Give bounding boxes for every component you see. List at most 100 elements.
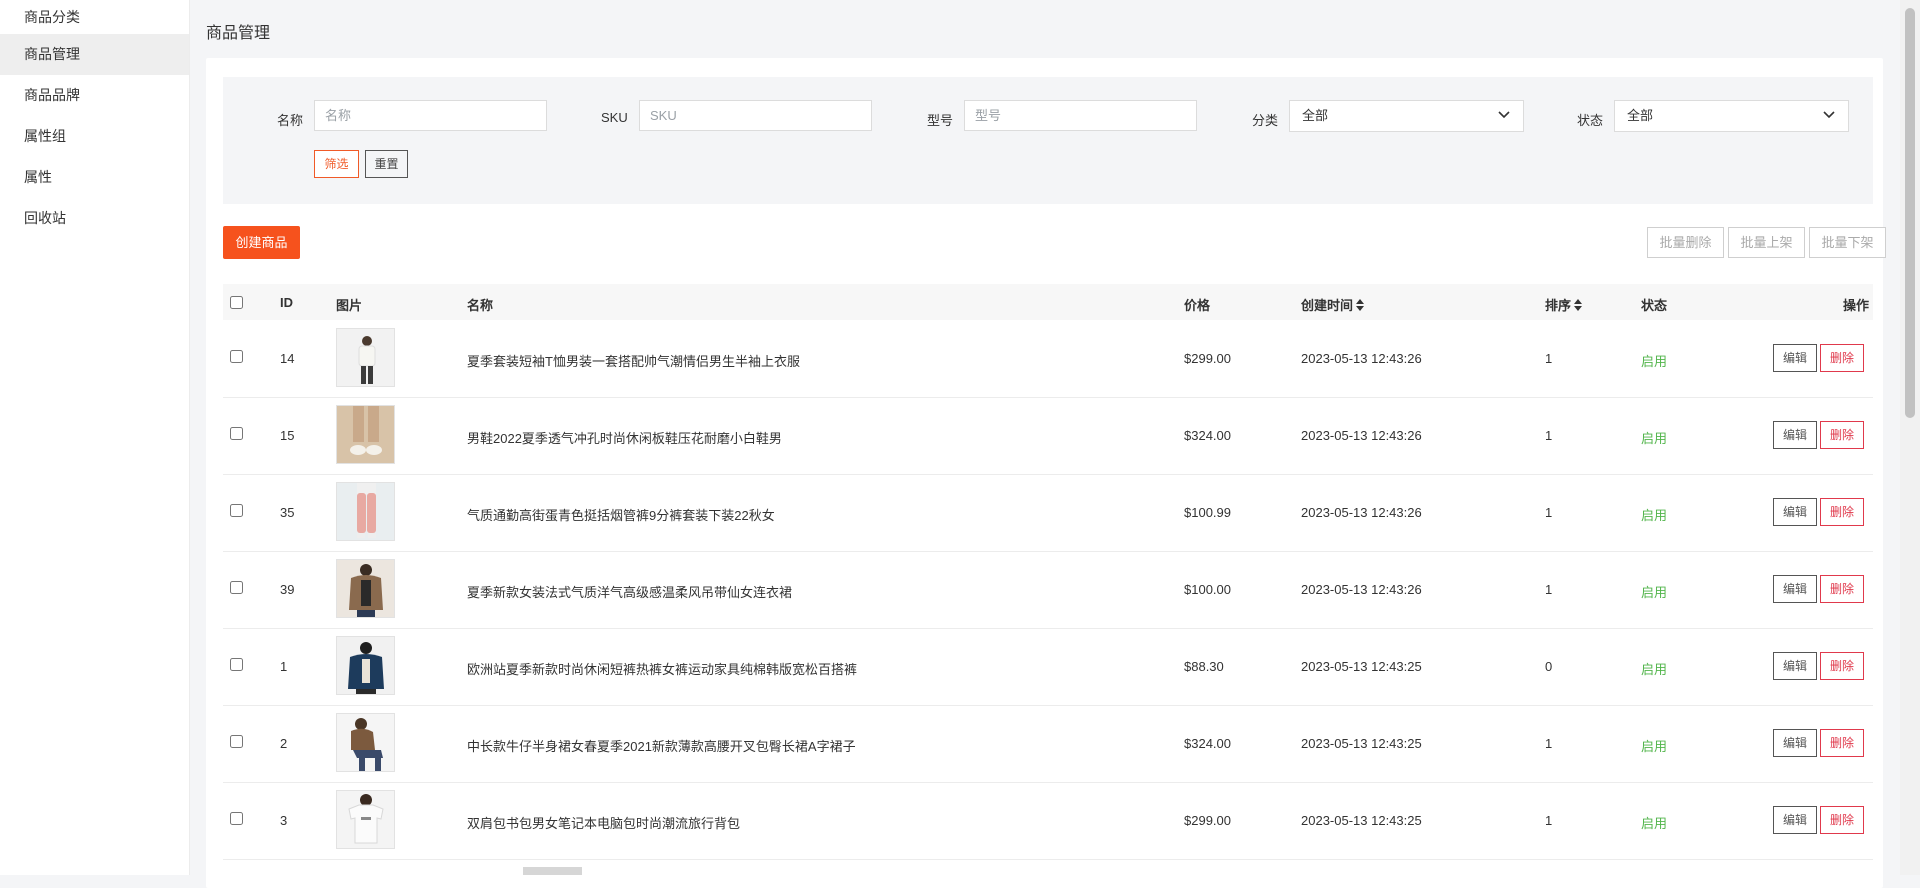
partial-thumbnail bbox=[523, 867, 582, 875]
edit-button[interactable]: 编辑 bbox=[1773, 575, 1817, 603]
row-id: 39 bbox=[280, 582, 295, 597]
sidebar-item-attributes[interactable]: 属性 bbox=[0, 157, 189, 198]
status-badge: 启用 bbox=[1641, 431, 1668, 446]
column-header-created[interactable]: 创建时间 bbox=[1301, 295, 1365, 314]
vertical-scrollbar[interactable] bbox=[1900, 0, 1920, 875]
select-all-checkbox[interactable] bbox=[230, 296, 243, 309]
main-content: 商品管理 名称 SKU 型号 分类 全部 状态 全部 筛选 重置 创建商品 bbox=[190, 0, 1899, 888]
row-id: 14 bbox=[280, 351, 295, 366]
sku-filter-input[interactable] bbox=[639, 100, 872, 131]
filter-panel: 名称 SKU 型号 分类 全部 状态 全部 筛选 重置 bbox=[223, 77, 1873, 204]
sidebar: 商品分类 商品管理 商品品牌 属性组 属性 回收站 bbox=[0, 0, 190, 875]
product-thumbnail[interactable] bbox=[336, 405, 395, 464]
delete-button[interactable]: 删除 bbox=[1820, 344, 1864, 372]
product-name: 男鞋2022夏季透气冲孔时尚休闲板鞋压花耐磨小白鞋男 bbox=[467, 431, 782, 446]
product-thumbnail[interactable] bbox=[336, 713, 395, 772]
row-id: 2 bbox=[280, 736, 288, 751]
product-created-time: 2023-05-13 12:43:25 bbox=[1301, 736, 1422, 751]
category-filter-select[interactable]: 全部 bbox=[1289, 100, 1524, 132]
product-sort: 0 bbox=[1545, 659, 1553, 674]
row-id: 35 bbox=[280, 505, 295, 520]
category-selected-value: 全部 bbox=[1302, 108, 1329, 123]
table-row: 2 中长款牛仔半身裙女春夏季2021新款薄款高腰开叉包臀长裙A字裙子 $324.… bbox=[223, 705, 1873, 783]
delete-button[interactable]: 删除 bbox=[1820, 498, 1864, 526]
product-sort: 1 bbox=[1545, 351, 1553, 366]
chevron-down-icon bbox=[1498, 111, 1510, 119]
delete-button[interactable]: 删除 bbox=[1820, 421, 1864, 449]
table-header: ID 图片 名称 价格 创建时间 排序 状态 操作 bbox=[223, 284, 1873, 320]
sort-icon bbox=[1356, 299, 1365, 311]
row-checkbox[interactable] bbox=[230, 812, 243, 825]
batch-publish-button[interactable]: 批量上架 bbox=[1728, 227, 1805, 258]
product-sort: 1 bbox=[1545, 813, 1553, 828]
reset-button[interactable]: 重置 bbox=[365, 150, 408, 178]
delete-button[interactable]: 删除 bbox=[1820, 575, 1864, 603]
delete-button[interactable]: 删除 bbox=[1820, 729, 1864, 757]
product-sort: 1 bbox=[1545, 736, 1553, 751]
delete-button[interactable]: 删除 bbox=[1820, 806, 1864, 834]
product-sort: 1 bbox=[1545, 505, 1553, 520]
product-name: 夏季套装短袖T恤男装一套搭配帅气潮情侣男生半袖上衣服 bbox=[467, 354, 800, 369]
sidebar-item-recycle-bin[interactable]: 回收站 bbox=[0, 198, 189, 239]
sidebar-item-brands[interactable]: 商品品牌 bbox=[0, 75, 189, 116]
status-badge: 启用 bbox=[1641, 662, 1668, 677]
product-thumbnail[interactable] bbox=[336, 482, 395, 541]
sidebar-item-attribute-groups[interactable]: 属性组 bbox=[0, 116, 189, 157]
row-checkbox[interactable] bbox=[230, 658, 243, 671]
row-checkbox[interactable] bbox=[230, 504, 243, 517]
column-header-actions: 操作 bbox=[1843, 298, 1870, 313]
edit-button[interactable]: 编辑 bbox=[1773, 421, 1817, 449]
product-thumbnail[interactable] bbox=[336, 636, 395, 695]
column-header-sort[interactable]: 排序 bbox=[1545, 295, 1583, 314]
sort-header-label: 排序 bbox=[1545, 298, 1572, 313]
row-checkbox[interactable] bbox=[230, 735, 243, 748]
product-thumbnail[interactable] bbox=[336, 559, 395, 618]
product-price: $324.00 bbox=[1184, 736, 1231, 751]
row-checkbox[interactable] bbox=[230, 350, 243, 363]
model-filter-input[interactable] bbox=[964, 100, 1197, 131]
status-badge: 启用 bbox=[1641, 508, 1668, 523]
category-filter-label: 分类 bbox=[1252, 113, 1279, 128]
product-name: 中长款牛仔半身裙女春夏季2021新款薄款高腰开叉包臀长裙A字裙子 bbox=[467, 739, 856, 754]
product-name: 欧洲站夏季新款时尚休闲短裤热裤女裤运动家具纯棉韩版宽松百搭裤 bbox=[467, 662, 858, 677]
edit-button[interactable]: 编辑 bbox=[1773, 729, 1817, 757]
status-badge: 启用 bbox=[1641, 739, 1668, 754]
column-header-price: 价格 bbox=[1184, 298, 1211, 313]
batch-unpublish-button[interactable]: 批量下架 bbox=[1809, 227, 1886, 258]
sidebar-item-products[interactable]: 商品管理 bbox=[0, 34, 189, 75]
name-filter-input[interactable] bbox=[314, 100, 547, 131]
model-filter-label: 型号 bbox=[927, 113, 954, 128]
product-created-time: 2023-05-13 12:43:25 bbox=[1301, 813, 1422, 828]
content-card: 名称 SKU 型号 分类 全部 状态 全部 筛选 重置 创建商品 批量删除 批量… bbox=[206, 58, 1886, 888]
status-filter-label: 状态 bbox=[1577, 113, 1604, 128]
edit-button[interactable]: 编辑 bbox=[1773, 806, 1817, 834]
table-row: 14 夏季套装短袖T恤男装一套搭配帅气潮情侣男生半袖上衣服 $299.00 20… bbox=[223, 320, 1873, 398]
product-thumbnail[interactable] bbox=[336, 328, 395, 387]
filter-button[interactable]: 筛选 bbox=[314, 150, 359, 178]
delete-button[interactable]: 删除 bbox=[1820, 652, 1864, 680]
row-checkbox[interactable] bbox=[230, 581, 243, 594]
scrollbar-thumb[interactable] bbox=[1905, 8, 1915, 418]
product-price: $299.00 bbox=[1184, 351, 1231, 366]
table-row: 15 男鞋2022夏季透气冲孔时尚休闲板鞋压花耐磨小白鞋男 $324.00 20… bbox=[223, 397, 1873, 475]
sidebar-item-category[interactable]: 商品分类 bbox=[0, 0, 189, 34]
product-name: 气质通勤高街蛋青色挺括烟管裤9分裤套装下装22秋女 bbox=[467, 508, 775, 523]
chevron-down-icon bbox=[1823, 111, 1835, 119]
product-thumbnail[interactable] bbox=[336, 790, 395, 849]
create-product-button[interactable]: 创建商品 bbox=[223, 226, 300, 259]
product-created-time: 2023-05-13 12:43:26 bbox=[1301, 428, 1422, 443]
edit-button[interactable]: 编辑 bbox=[1773, 498, 1817, 526]
row-checkbox[interactable] bbox=[230, 427, 243, 440]
status-filter-select[interactable]: 全部 bbox=[1614, 100, 1849, 132]
column-header-image: 图片 bbox=[336, 298, 363, 313]
column-header-status: 状态 bbox=[1641, 298, 1668, 313]
product-name: 夏季新款女装法式气质洋气高级感温柔风吊带仙女连衣裙 bbox=[467, 585, 793, 600]
edit-button[interactable]: 编辑 bbox=[1773, 344, 1817, 372]
edit-button[interactable]: 编辑 bbox=[1773, 652, 1817, 680]
status-badge: 启用 bbox=[1641, 354, 1668, 369]
product-created-time: 2023-05-13 12:43:26 bbox=[1301, 351, 1422, 366]
sku-filter-label: SKU bbox=[601, 110, 628, 125]
batch-delete-button[interactable]: 批量删除 bbox=[1647, 227, 1724, 258]
created-header-label: 创建时间 bbox=[1301, 298, 1354, 313]
row-id: 15 bbox=[280, 428, 295, 443]
